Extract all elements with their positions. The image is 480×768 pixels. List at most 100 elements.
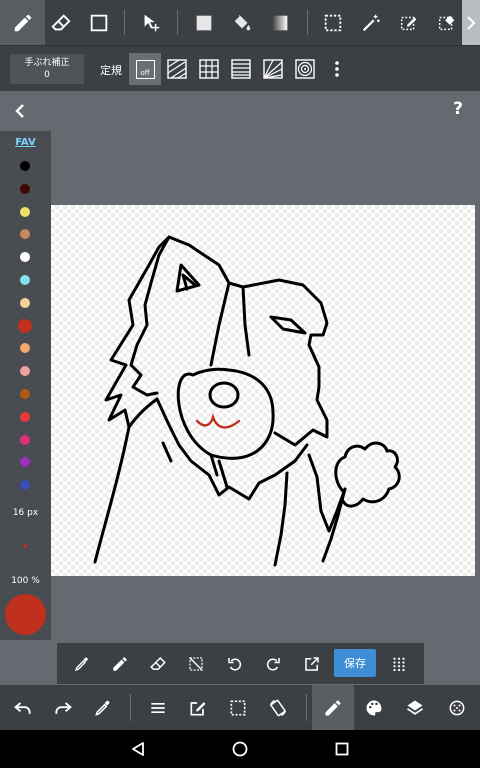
ruler-grid-button[interactable] [193, 53, 225, 85]
color-swatch[interactable] [20, 229, 30, 240]
eraser-icon [150, 656, 166, 670]
edit-button[interactable] [177, 685, 219, 730]
pen-icon [14, 14, 31, 31]
help-button[interactable]: ? [448, 99, 468, 123]
drawing-canvas[interactable] [51, 205, 475, 576]
material-icon [449, 700, 465, 715]
nav-recents-button[interactable] [328, 736, 356, 762]
color-swatch[interactable] [20, 252, 30, 263]
dog-drawing [93, 235, 401, 567]
grid-dots-icon [393, 657, 405, 671]
redo-button[interactable] [42, 685, 84, 730]
pen-icon [325, 700, 341, 715]
color-swatch[interactable] [20, 275, 30, 285]
rectangle-icon [90, 14, 107, 31]
menu-button[interactable] [137, 685, 179, 730]
quick-action-bar: 保存 [57, 643, 424, 684]
nav-back-button[interactable] [124, 736, 152, 762]
ruler-off-button[interactable]: off [129, 53, 161, 85]
triangle-back-icon [132, 742, 144, 756]
undo-button[interactable] [2, 685, 44, 730]
square-recents-icon [335, 742, 349, 756]
toolbar-divider [124, 10, 125, 35]
stabilizer-button[interactable]: 手ぶれ補正 0 [10, 54, 84, 84]
brush-size-label: 16 px [12, 508, 39, 518]
ruler-concentric-button[interactable] [289, 53, 321, 85]
nav-home-button[interactable] [226, 736, 254, 762]
opacity-label: 100 % [11, 576, 40, 586]
fav-tab[interactable]: FAV [0, 137, 51, 148]
canvas-header: ? [0, 91, 480, 131]
toolbar-expand-button[interactable] [462, 0, 480, 45]
filled-square-icon [196, 15, 211, 30]
circle-home-icon [232, 741, 248, 757]
eyedropper-icon [74, 657, 88, 671]
hamburger-icon [151, 702, 165, 713]
concentric-circles-icon [295, 59, 315, 79]
bottom-eyedropper-button[interactable] [82, 685, 124, 730]
color-swatch[interactable] [20, 343, 30, 354]
transform-button[interactable] [257, 685, 299, 730]
share-button[interactable] [293, 643, 331, 684]
parallel-lines-icon [167, 59, 187, 79]
color-panel-button[interactable] [353, 685, 395, 730]
gradient-tool-button[interactable] [257, 0, 302, 45]
color-palette: FAV 16 px 100 % [0, 131, 51, 640]
rotate-right-button[interactable] [254, 643, 292, 684]
ruler-horizontal-button[interactable] [225, 53, 257, 85]
ruler-parallel-button[interactable] [161, 53, 193, 85]
color-swatch[interactable] [20, 297, 30, 308]
deselect-button[interactable] [177, 643, 215, 684]
chevron-right-icon [467, 15, 476, 30]
quick-pen-button[interactable] [101, 643, 139, 684]
brush-options-bar: 手ぶれ補正 0 定規 off [0, 45, 480, 91]
selection-button[interactable] [217, 685, 259, 730]
eraser-icon [50, 13, 71, 30]
more-options-button[interactable] [321, 53, 353, 85]
back-button[interactable] [8, 99, 32, 123]
color-swatch[interactable] [20, 366, 30, 377]
layers-button[interactable] [394, 685, 436, 730]
deselect-icon [189, 656, 203, 671]
color-swatch[interactable] [20, 434, 30, 445]
move-tool-button[interactable] [128, 0, 173, 45]
eyedropper-button[interactable] [63, 643, 101, 684]
top-toolbar [0, 0, 480, 45]
quickbar-menu-button[interactable] [380, 643, 418, 684]
current-color-button[interactable] [5, 594, 46, 635]
stabilizer-value: 0 [44, 70, 50, 80]
quick-eraser-button[interactable] [139, 643, 177, 684]
transform-icon [269, 699, 287, 716]
rotate-left-icon [228, 657, 242, 671]
color-swatch[interactable] [20, 161, 30, 171]
marquee-select-icon [230, 700, 246, 715]
redo-icon [55, 701, 72, 714]
brush-size-preview [23, 544, 27, 548]
color-swatch[interactable] [20, 389, 30, 399]
color-swatch[interactable] [20, 183, 30, 194]
magic-wand-icon [362, 14, 380, 31]
material-button[interactable] [436, 685, 478, 730]
undo-icon [14, 701, 31, 714]
save-button[interactable]: 保存 [334, 649, 376, 677]
move-arrow-icon [144, 14, 159, 31]
chevron-left-icon [15, 104, 24, 118]
more-vertical-icon [335, 61, 339, 77]
color-swatch[interactable] [20, 411, 30, 422]
rotate-left-button[interactable] [216, 643, 254, 684]
color-swatch[interactable] [20, 206, 30, 217]
color-swatch[interactable] [20, 457, 30, 468]
toolbar-divider [130, 694, 131, 721]
ruler-radial-button[interactable] [257, 53, 289, 85]
palette-panel: FAV 16 px 100 % [0, 131, 51, 640]
bottom-toolbar [0, 685, 480, 730]
brush-panel-button[interactable] [312, 685, 354, 730]
edit-box-icon [190, 701, 206, 715]
open-external-icon [305, 656, 319, 671]
selection-pen-icon [400, 16, 416, 30]
color-swatch[interactable] [20, 480, 30, 491]
paint-bucket-icon [234, 14, 250, 30]
color-swatch[interactable] [18, 318, 32, 333]
ruler-label: 定規 [100, 64, 122, 77]
shape-tool-button[interactable] [76, 0, 121, 45]
